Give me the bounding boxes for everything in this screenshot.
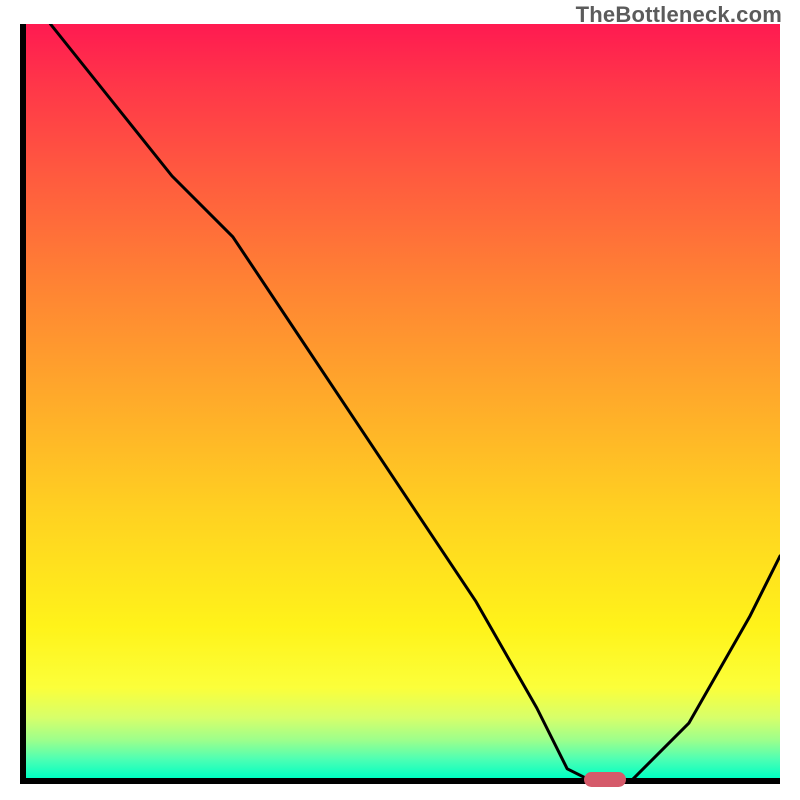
optimal-marker [584,772,626,787]
chart-frame [20,24,780,784]
chart-plot-area [20,24,780,784]
